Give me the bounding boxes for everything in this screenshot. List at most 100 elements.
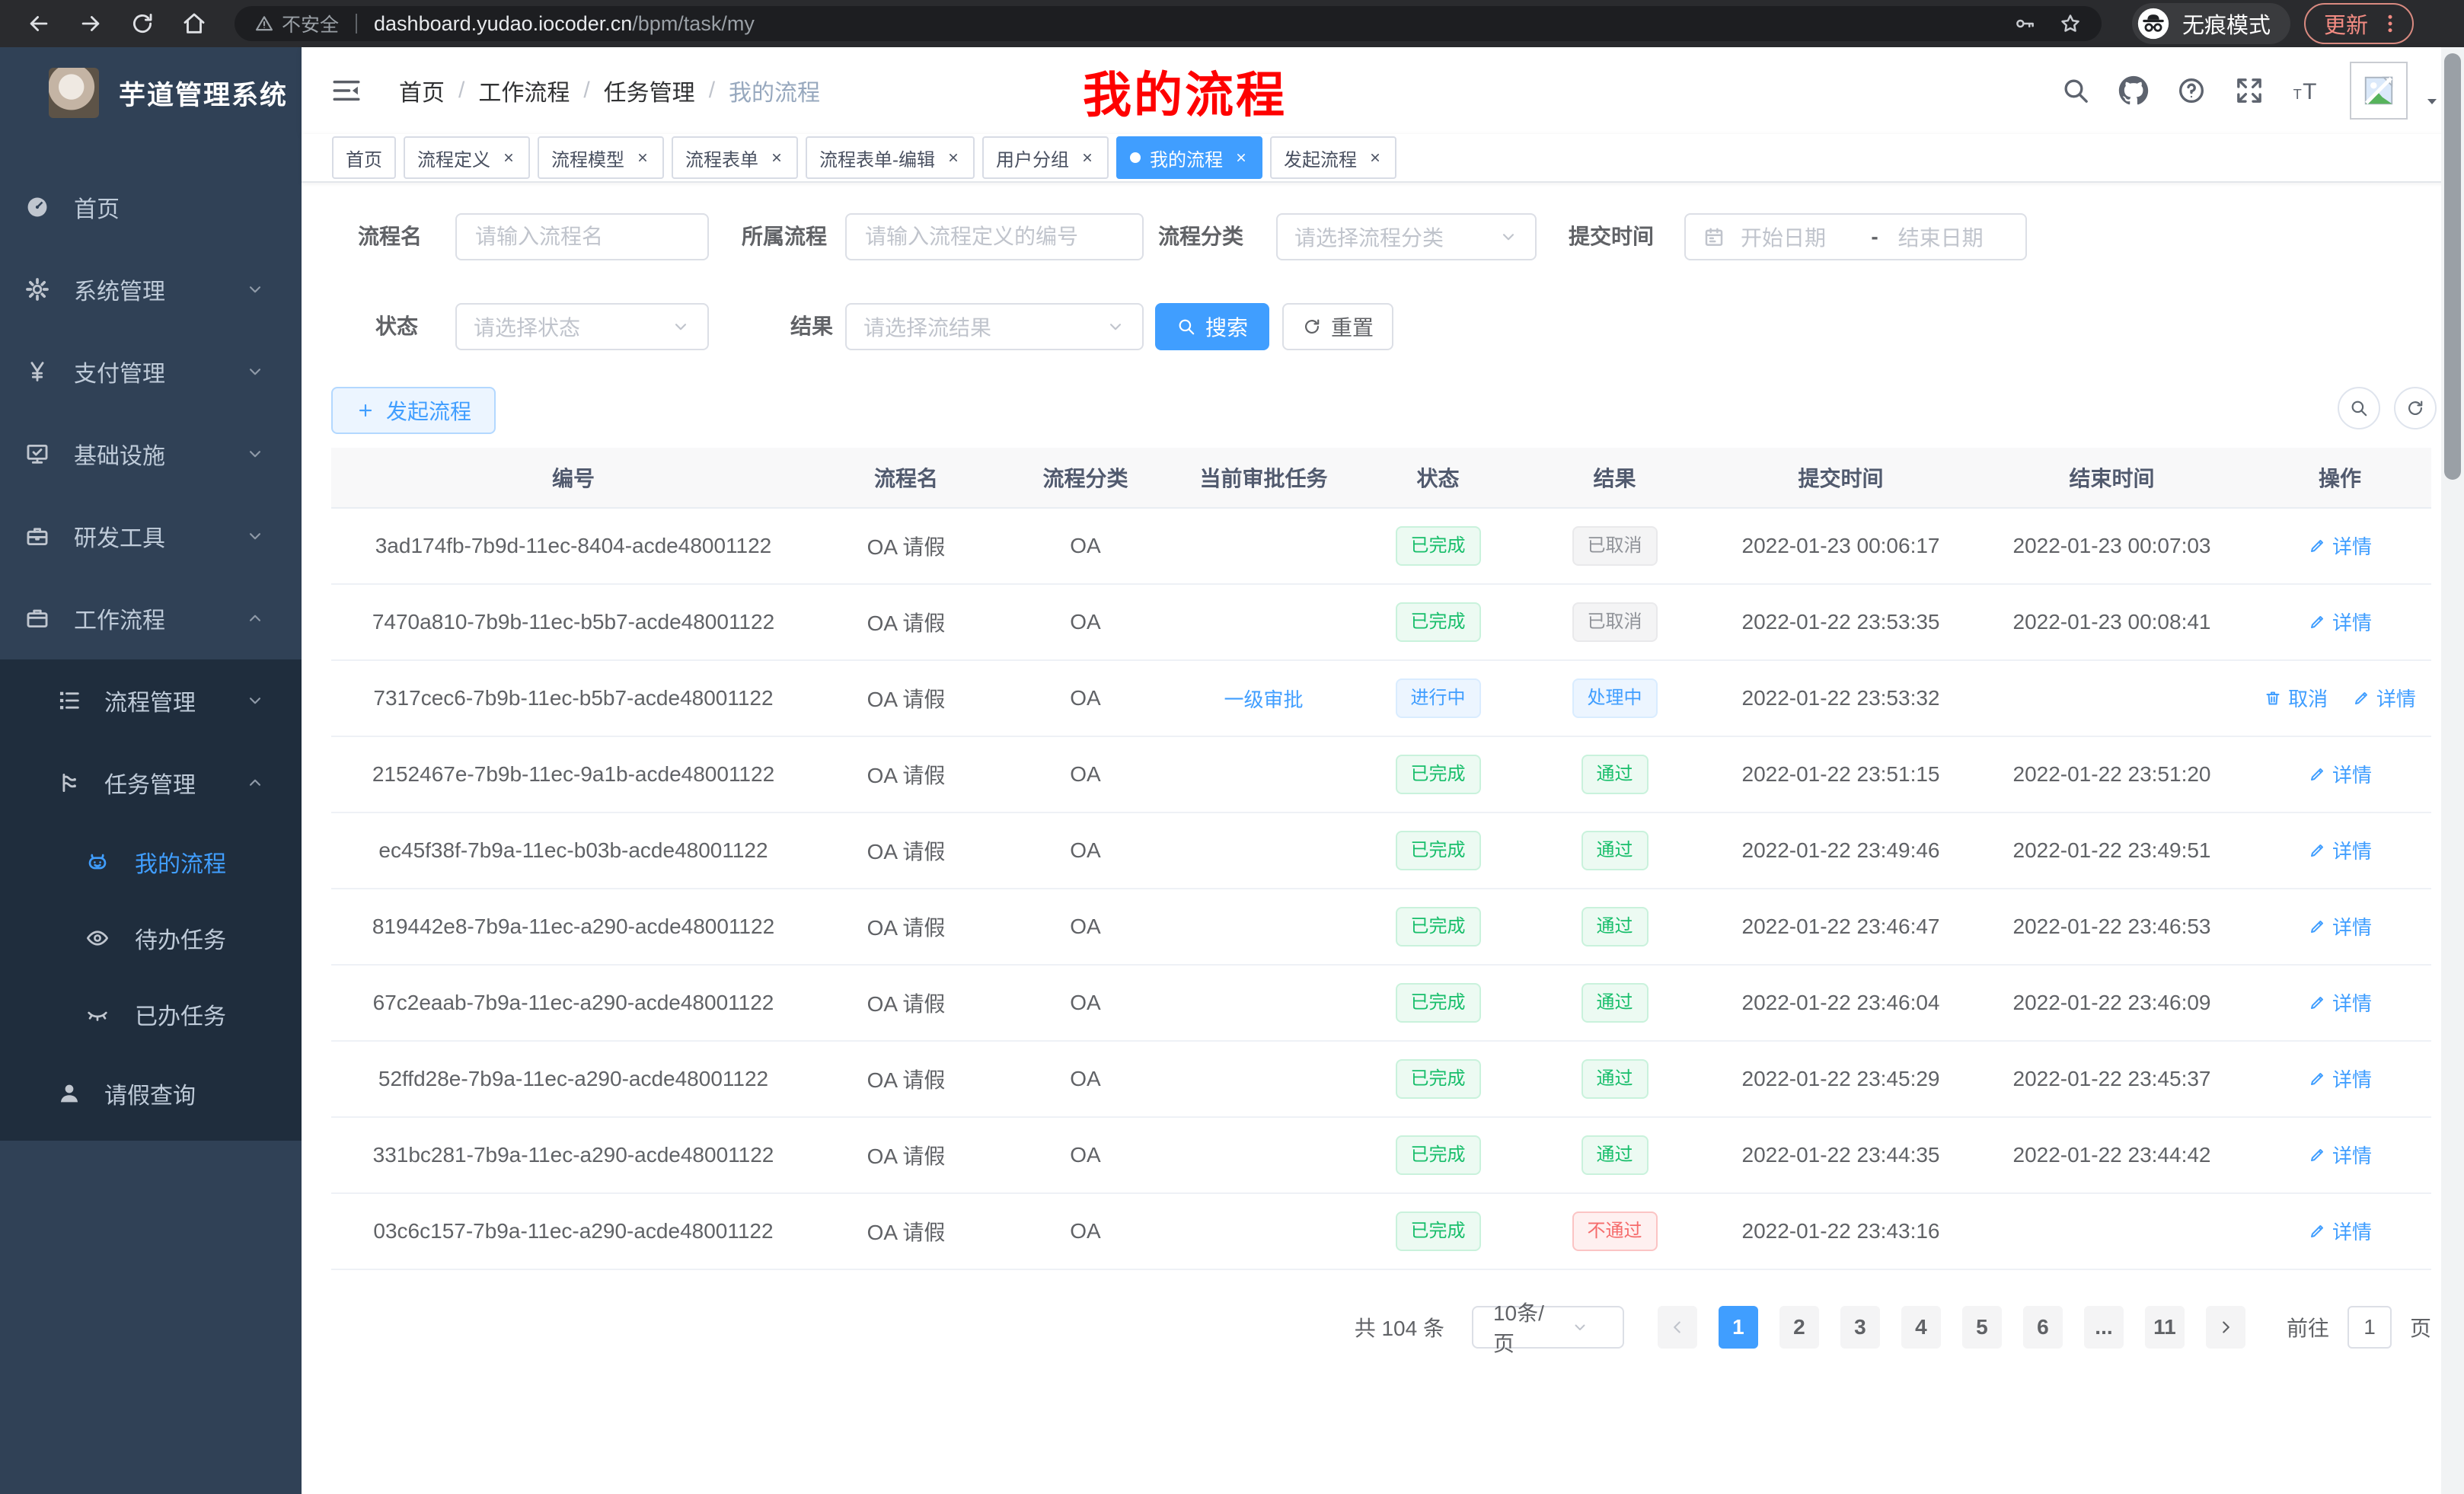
sidebar-menu-item[interactable]: 首页 (0, 166, 302, 248)
table-row[interactable]: 03c6c157-7b9a-11ec-a290-acde48001122 OA … (331, 1194, 2431, 1270)
next-page-button[interactable] (2206, 1306, 2245, 1349)
page-button[interactable]: 6 (2023, 1306, 2063, 1349)
detail-link[interactable]: 详情 (2308, 532, 2372, 560)
bookmark-star-icon[interactable] (2059, 12, 2082, 35)
app-logo[interactable]: 芋道管理系统 (0, 47, 302, 139)
detail-link[interactable]: 详情 (2308, 988, 2372, 1017)
breadcrumb-item[interactable]: 工作流程 (478, 74, 570, 107)
sidebar-task-item[interactable]: 待办任务 (0, 900, 302, 976)
tab[interactable]: 流程表单-编辑 (806, 136, 975, 179)
process-name-input[interactable] (474, 224, 691, 250)
sidebar-task-item[interactable]: 我的流程 (0, 824, 302, 900)
tab[interactable]: 发起流程 (1270, 136, 1396, 179)
sidebar-menu-item[interactable]: 基础设施 (0, 413, 302, 495)
tab[interactable]: 流程表单 (672, 136, 798, 179)
sidebar-menu-item[interactable]: 工作流程 (0, 577, 302, 659)
table-search-toggle-button[interactable] (2338, 387, 2380, 429)
tab[interactable]: 首页 (332, 136, 396, 179)
detail-link[interactable]: 详情 (2352, 684, 2416, 712)
status-select[interactable]: 请选择状态 (455, 303, 709, 350)
detail-link[interactable]: 详情 (2308, 1217, 2372, 1245)
scrollbar-thumb[interactable] (2444, 53, 2461, 480)
tab[interactable]: 流程模型 (538, 136, 664, 179)
close-icon[interactable] (501, 150, 516, 165)
sidebar-menu-item[interactable]: 研发工具 (0, 495, 302, 577)
breadcrumb-item[interactable]: 首页 (399, 74, 445, 107)
back-icon[interactable] (26, 11, 52, 37)
hamburger-icon[interactable] (330, 75, 362, 107)
avatar[interactable] (2350, 62, 2408, 120)
page-button[interactable]: ... (2084, 1306, 2124, 1349)
cell-category: OA (997, 915, 1174, 939)
close-icon[interactable] (1368, 150, 1383, 165)
column-header: 流程名 (815, 462, 997, 493)
table-row[interactable]: 7317cec6-7b9b-11ec-b5b7-acde48001122 OA … (331, 661, 2431, 737)
sidebar-submenu-item[interactable]: 流程管理 (0, 659, 302, 742)
page-button[interactable]: 4 (1901, 1306, 1941, 1349)
start-process-button[interactable]: 发起流程 (331, 387, 496, 434)
detail-link[interactable]: 详情 (2308, 1141, 2372, 1169)
forward-icon[interactable] (78, 11, 104, 37)
table-row[interactable]: 7470a810-7b9b-11ec-b5b7-acde48001122 OA … (331, 585, 2431, 661)
sidebar-menu-item[interactable]: 系统管理 (0, 248, 302, 330)
current-task-link[interactable]: 一级审批 (1224, 685, 1303, 713)
sidebar-submenu-item[interactable]: 任务管理 (0, 742, 302, 824)
detail-link[interactable]: 详情 (2308, 912, 2372, 940)
help-icon[interactable] (2176, 75, 2207, 106)
table-row[interactable]: 67c2eaab-7b9a-11ec-a290-acde48001122 OA … (331, 966, 2431, 1042)
cancel-link[interactable]: 取消 (2264, 684, 2328, 712)
close-icon[interactable] (635, 150, 650, 165)
table-row[interactable]: 819442e8-7b9a-11ec-a290-acde48001122 OA … (331, 889, 2431, 966)
reset-button[interactable]: 重置 (1282, 303, 1393, 350)
detail-link[interactable]: 详情 (2308, 836, 2372, 864)
detail-link[interactable]: 详情 (2308, 608, 2372, 636)
browser-update-button[interactable]: 更新 (2304, 3, 2414, 44)
scrollbar-track[interactable] (2441, 47, 2464, 1494)
search-button[interactable]: 搜索 (1155, 303, 1269, 350)
detail-link[interactable]: 详情 (2308, 760, 2372, 788)
tab[interactable]: 我的流程 (1116, 136, 1262, 179)
sidebar-task-item[interactable]: 已办任务 (0, 976, 302, 1052)
home-icon[interactable] (181, 11, 207, 37)
sidebar-menu-item[interactable]: 支付管理 (0, 330, 302, 413)
table-row[interactable]: 2152467e-7b9b-11ec-9a1b-acde48001122 OA … (331, 737, 2431, 813)
update-label: 更新 (2324, 8, 2368, 40)
close-icon[interactable] (1080, 150, 1095, 165)
table-refresh-button[interactable] (2394, 387, 2437, 429)
close-icon[interactable] (946, 150, 961, 165)
fullscreen-icon[interactable] (2234, 75, 2265, 106)
category-select[interactable]: 请选择流程分类 (1276, 213, 1537, 260)
tab[interactable]: 用户分组 (982, 136, 1109, 179)
detail-link[interactable]: 详情 (2308, 1065, 2372, 1093)
sidebar-item-leave-query[interactable]: 请假查询 (0, 1052, 302, 1135)
tab[interactable]: 流程定义 (404, 136, 530, 179)
breadcrumb-item[interactable]: 任务管理 (604, 74, 695, 107)
not-secure-icon[interactable] (254, 14, 274, 34)
font-size-icon[interactable]: TT (2292, 75, 2322, 106)
close-icon[interactable] (1234, 150, 1249, 165)
page-button[interactable]: 1 (1719, 1306, 1758, 1349)
page-button[interactable]: 2 (1779, 1306, 1819, 1349)
address-bar[interactable]: 不安全 dashboard.yudao.iocoder.cn /bpm/task… (235, 6, 2102, 41)
page-button[interactable]: 3 (1840, 1306, 1880, 1349)
reload-icon[interactable] (129, 11, 155, 37)
date-range-picker[interactable]: 开始日期 - 结束日期 (1684, 213, 2027, 260)
goto-page-input[interactable] (2348, 1306, 2392, 1349)
close-icon[interactable] (769, 150, 784, 165)
table-row[interactable]: 3ad174fb-7b9d-11ec-8404-acde48001122 OA … (331, 509, 2431, 585)
table-row[interactable]: 52ffd28e-7b9a-11ec-a290-acde48001122 OA … (331, 1042, 2431, 1118)
github-icon[interactable] (2118, 75, 2149, 106)
prev-page-button[interactable] (1658, 1306, 1697, 1349)
page-size-select[interactable]: 10条/页 (1472, 1306, 1624, 1349)
result-select[interactable]: 请选择流结果 (845, 303, 1144, 350)
search-icon[interactable] (2060, 75, 2091, 106)
page-button[interactable]: 11 (2145, 1306, 2185, 1349)
process-definition-input[interactable] (863, 224, 1125, 250)
menu-kebab-icon[interactable] (2379, 12, 2402, 35)
caret-down-icon[interactable] (2423, 92, 2441, 110)
sidebar-menu-label: 工作流程 (74, 602, 165, 635)
table-row[interactable]: 331bc281-7b9a-11ec-a290-acde48001122 OA … (331, 1118, 2431, 1194)
password-key-icon[interactable] (2013, 12, 2036, 35)
page-button[interactable]: 5 (1962, 1306, 2002, 1349)
table-row[interactable]: ec45f38f-7b9a-11ec-b03b-acde48001122 OA … (331, 813, 2431, 889)
